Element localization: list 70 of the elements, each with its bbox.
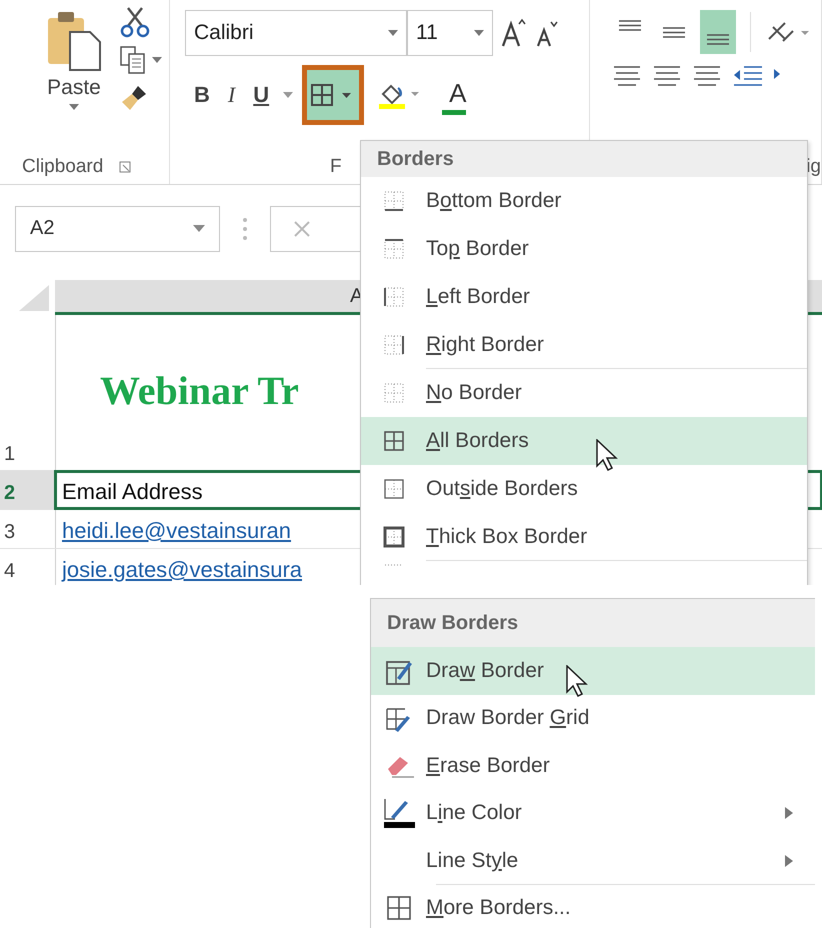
more-icon <box>242 216 248 240</box>
font-color-button[interactable]: A <box>437 70 472 120</box>
left-border-icon <box>382 286 404 308</box>
font-name-field[interactable]: Calibri <box>185 10 407 56</box>
menu-item[interactable]: Draw Border Grid <box>371 694 815 742</box>
vertical-align-button[interactable] <box>700 10 736 54</box>
horizontal-align-icon[interactable] <box>692 64 722 86</box>
paste-button[interactable]: Paste <box>47 76 101 100</box>
group-label: Clipboard <box>22 156 104 178</box>
name-box[interactable]: A2 <box>15 206 220 252</box>
row-header[interactable]: 3 <box>0 510 55 548</box>
menu-item[interactable]: Top Border <box>361 225 807 273</box>
all-border-icon <box>382 430 404 452</box>
menu-item[interactable]: No Border <box>361 369 807 417</box>
borders-button[interactable] <box>303 66 364 124</box>
font-size-field[interactable]: 11 <box>407 10 493 56</box>
caret-icon[interactable] <box>474 30 484 36</box>
grow-font-icon[interactable] <box>501 18 527 48</box>
cursor-icon <box>566 665 588 697</box>
underline-button[interactable]: U <box>249 70 274 120</box>
all-borders-icon <box>386 895 412 922</box>
menu-item[interactable]: Right Border <box>361 321 807 369</box>
row-header[interactable]: 1 <box>0 315 55 470</box>
cell-text: Email Address <box>62 479 203 505</box>
paste-icon[interactable] <box>46 10 102 72</box>
menu-item[interactable]: More Borders... <box>371 884 815 928</box>
submenu-arrow-icon <box>785 854 793 867</box>
none-border-icon <box>382 382 404 404</box>
menu-heading: Draw Borders <box>371 599 815 647</box>
email-link[interactable]: heidi.lee@vestainsuran <box>62 518 292 544</box>
bold-button[interactable]: B <box>190 70 214 120</box>
menu-item[interactable]: Line Style <box>371 837 815 884</box>
vertical-align-icon <box>706 34 730 44</box>
row-header[interactable]: 4 <box>0 549 55 585</box>
caret-icon[interactable] <box>193 225 205 232</box>
top-border-icon <box>382 238 404 260</box>
bottom-border-icon <box>382 190 404 212</box>
menu-item[interactable]: Left Border <box>361 273 807 321</box>
submenu-arrow-icon <box>785 807 793 820</box>
vertical-align-icon <box>662 26 686 38</box>
row-header[interactable]: 2 <box>0 471 55 509</box>
menu-item[interactable]: Line Color <box>371 790 815 837</box>
italic-button[interactable]: I <box>224 70 240 120</box>
outside-border-icon <box>382 478 404 500</box>
thick-border-icon <box>382 526 404 548</box>
menu-item[interactable]: Outside Borders <box>361 465 807 513</box>
caret-icon[interactable] <box>152 57 162 63</box>
horizontal-align-icon[interactable] <box>652 64 682 86</box>
menu-item[interactable]: Draw Border <box>371 647 815 694</box>
menu-heading: Borders <box>361 141 807 177</box>
line-color-icon <box>382 797 414 830</box>
decrease-indent-icon[interactable] <box>732 64 764 86</box>
email-link[interactable]: josie.gates@vestainsura <box>62 557 302 583</box>
caret-icon[interactable] <box>388 30 398 36</box>
dialog-launcher-icon[interactable] <box>119 161 132 173</box>
right-border-icon <box>382 334 404 356</box>
copy-icon[interactable] <box>120 46 146 74</box>
caret-icon[interactable] <box>283 92 294 98</box>
menu-item[interactable]: Erase Border <box>371 742 815 790</box>
scissors-icon[interactable] <box>120 6 150 38</box>
title-text: Webinar Tr <box>100 367 299 414</box>
group-label: F <box>330 156 342 178</box>
color-bar-icon <box>442 110 466 114</box>
menu-item[interactable]: Thick Box Border <box>361 513 807 561</box>
horizontal-align-icon[interactable] <box>612 64 642 86</box>
menu-item[interactable]: All Borders <box>361 417 807 465</box>
cursor-icon <box>596 439 618 471</box>
caret-icon[interactable] <box>69 104 79 110</box>
vertical-align-icon <box>618 20 642 30</box>
menu-item[interactable]: Bottom Border <box>361 177 807 225</box>
